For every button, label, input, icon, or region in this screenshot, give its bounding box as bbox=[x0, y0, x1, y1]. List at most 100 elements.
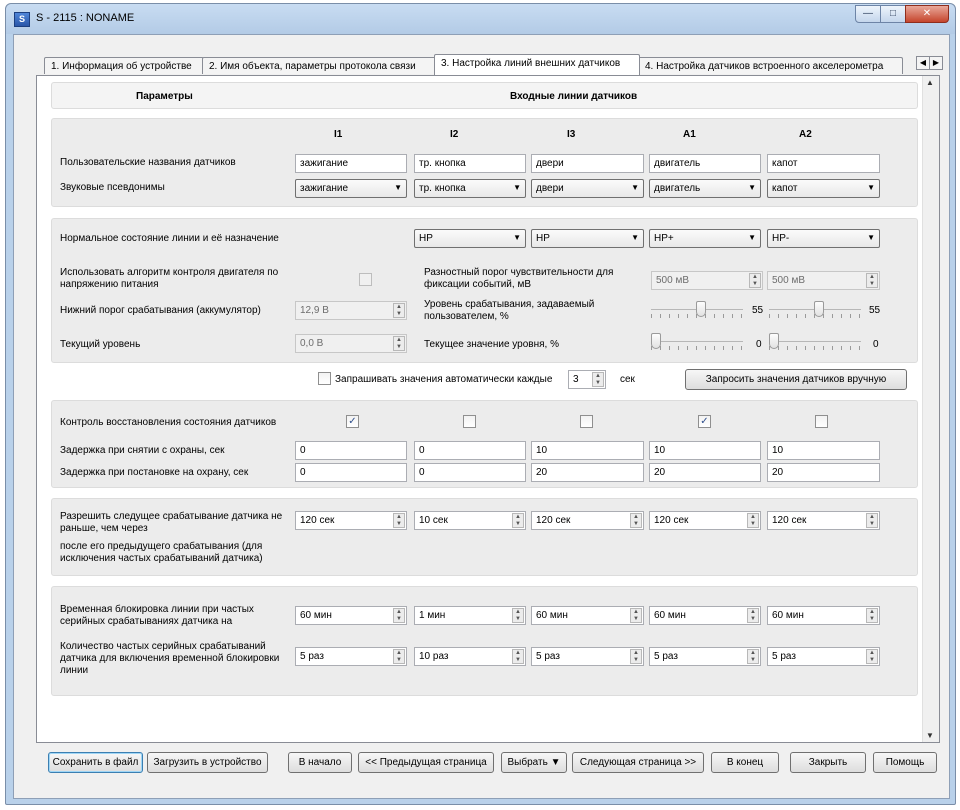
sound-alias-i3[interactable]: двери ▼ bbox=[531, 179, 644, 198]
tab-scroll-right-icon[interactable]: ▶ bbox=[929, 56, 943, 70]
serial-count-a2[interactable]: 5 раз ▲ ▼ bbox=[767, 647, 880, 666]
select-button[interactable]: Выбрать ▼ bbox=[501, 752, 567, 773]
user-name-a1[interactable]: двигатель bbox=[649, 154, 761, 173]
load-device-button[interactable]: Загрузить в устройство bbox=[147, 752, 268, 773]
next-trigger-a2[interactable]: 120 сек ▲ ▼ bbox=[767, 511, 880, 530]
dropdown-arrow-icon: ▼ bbox=[513, 183, 521, 192]
close-window-button[interactable]: ✕ bbox=[905, 5, 949, 23]
vertical-scrollbar[interactable]: ▲ ▼ bbox=[922, 76, 939, 742]
restore-checkbox-i2[interactable] bbox=[463, 415, 476, 428]
to-end-button[interactable]: В конец bbox=[711, 752, 779, 773]
serial-count-i3[interactable]: 5 раз ▲ ▼ bbox=[531, 647, 644, 666]
current-value-slider-a1 bbox=[651, 332, 743, 352]
spin-arrows-icon: ▲ ▼ bbox=[866, 649, 878, 664]
normal-state-a1[interactable]: НР+ ▼ bbox=[649, 229, 761, 248]
user-name-a2[interactable]: капот bbox=[767, 154, 880, 173]
maximize-button[interactable]: □ bbox=[880, 5, 906, 23]
serial-count-i1[interactable]: 5 раз ▲ ▼ bbox=[295, 647, 407, 666]
next-trigger-label: Разрешить следущее срабатывание датчика … bbox=[60, 511, 283, 534]
prev-page-button[interactable]: << Предыдущая страница bbox=[358, 752, 494, 773]
close-button[interactable]: Закрыть bbox=[790, 752, 866, 773]
trigger-level-label: Уровень срабатывания, задаваемый пользов… bbox=[424, 299, 595, 322]
scroll-down-icon[interactable]: ▼ bbox=[926, 731, 934, 740]
tab-external-sensors[interactable]: 3. Настройка линий внешних датчиков bbox=[434, 54, 640, 75]
arm-delay-a1[interactable]: 20 bbox=[649, 463, 761, 482]
spin-arrows-icon: ▲ ▼ bbox=[393, 303, 405, 318]
temp-block-a2[interactable]: 60 мин ▲ ▼ bbox=[767, 606, 880, 625]
serial-count-a1[interactable]: 5 раз ▲ ▼ bbox=[649, 647, 761, 666]
diff-threshold-a2[interactable]: 500 мВ ▲ ▼ bbox=[767, 271, 880, 290]
arm-delay-i1[interactable]: 0 bbox=[295, 463, 407, 482]
next-trigger-i3[interactable]: 120 сек ▲ ▼ bbox=[531, 511, 644, 530]
minimize-button[interactable]: — bbox=[855, 5, 881, 23]
temp-block-a1[interactable]: 60 мин ▲ ▼ bbox=[649, 606, 761, 625]
temp-block-i1[interactable]: 60 мин ▲ ▼ bbox=[295, 606, 407, 625]
dropdown-arrow-icon: ▼ bbox=[867, 183, 875, 192]
lower-threshold-input[interactable]: 12,9 В ▲ ▼ bbox=[295, 301, 407, 320]
temp-block-i3[interactable]: 60 мин ▲ ▼ bbox=[531, 606, 644, 625]
spin-arrows-icon: ▲ ▼ bbox=[512, 513, 524, 528]
spin-arrows-icon: ▲ ▼ bbox=[866, 513, 878, 528]
slider-thumb[interactable] bbox=[696, 301, 706, 317]
user-name-i3[interactable]: двери bbox=[531, 154, 644, 173]
next-trigger-i2[interactable]: 10 сек ▲ ▼ bbox=[414, 511, 526, 530]
current-value-label: Текущее значение уровня, % bbox=[424, 339, 559, 350]
current-value-a1: 0 bbox=[756, 339, 762, 350]
sound-alias-a2[interactable]: капот ▼ bbox=[767, 179, 880, 198]
tab-page: ▲ ▼ Параметры Входные линии датчиков I1 … bbox=[36, 75, 940, 743]
restore-checkbox-i1[interactable]: ✓ bbox=[346, 415, 359, 428]
restore-checkbox-a2[interactable] bbox=[815, 415, 828, 428]
serial-count-i2[interactable]: 10 раз ▲ ▼ bbox=[414, 647, 526, 666]
engine-algo-label: Использовать алгоритм контроля двигателя… bbox=[60, 267, 279, 290]
arm-delay-i2[interactable]: 0 bbox=[414, 463, 526, 482]
spin-arrows-icon: ▲ ▼ bbox=[630, 649, 642, 664]
normal-state-i3[interactable]: НР ▼ bbox=[531, 229, 644, 248]
to-start-button[interactable]: В начало bbox=[288, 752, 352, 773]
auto-request-interval[interactable]: 3 ▲ ▼ bbox=[568, 370, 606, 389]
slider-thumb[interactable] bbox=[814, 301, 824, 317]
main-window: S S - 2115 : NONAME — □ ✕ 1. Информация … bbox=[5, 3, 956, 805]
sound-alias-i2[interactable]: тр. кнопка ▼ bbox=[414, 179, 526, 198]
trigger-level-slider-a1[interactable] bbox=[651, 300, 743, 320]
trigger-level-value-a1: 55 bbox=[752, 305, 764, 316]
normal-state-i2[interactable]: НР ▼ bbox=[414, 229, 526, 248]
normal-state-a2[interactable]: НР- ▼ bbox=[767, 229, 880, 248]
disarm-delay-i1[interactable]: 0 bbox=[295, 441, 407, 460]
next-page-button[interactable]: Следующая страница >> bbox=[572, 752, 704, 773]
user-name-i1[interactable]: зажигание bbox=[295, 154, 407, 173]
tab-accelerometer[interactable]: 4. Настройка датчиков встроенного акселе… bbox=[638, 57, 903, 74]
diff-threshold-a1[interactable]: 500 мВ ▲ ▼ bbox=[651, 271, 763, 290]
current-level-input[interactable]: 0,0 В ▲ ▼ bbox=[295, 334, 407, 353]
save-file-button[interactable]: Сохранить в файл bbox=[48, 752, 143, 773]
restore-checkbox-a1[interactable]: ✓ bbox=[698, 415, 711, 428]
arm-delay-a2[interactable]: 20 bbox=[767, 463, 880, 482]
disarm-delay-a1[interactable]: 10 bbox=[649, 441, 761, 460]
diff-threshold-label: Разностный порог чувствительности для фи… bbox=[424, 267, 614, 290]
tab-device-info[interactable]: 1. Информация об устройстве bbox=[44, 57, 204, 74]
tab-scroll-left-icon[interactable]: ◀ bbox=[916, 56, 930, 70]
disarm-delay-i3[interactable]: 10 bbox=[531, 441, 644, 460]
lower-threshold-label: Нижний порог срабатывания (аккумулятор) bbox=[60, 305, 261, 316]
trigger-level-slider-a2[interactable] bbox=[769, 300, 861, 320]
engine-algo-checkbox[interactable] bbox=[359, 273, 372, 286]
arm-delay-i3[interactable]: 20 bbox=[531, 463, 644, 482]
tab-object-name[interactable]: 2. Имя объекта, параметры протокола связ… bbox=[202, 57, 436, 74]
restore-checkbox-i3[interactable] bbox=[580, 415, 593, 428]
manual-request-button[interactable]: Запросить значения датчиков вручную bbox=[685, 369, 907, 390]
window-title: S - 2115 : NONAME bbox=[36, 12, 135, 24]
disarm-delay-a2[interactable]: 10 bbox=[767, 441, 880, 460]
sound-alias-i1[interactable]: зажигание ▼ bbox=[295, 179, 407, 198]
sound-aliases-label: Звуковые псевдонимы bbox=[60, 182, 165, 193]
auto-request-checkbox[interactable] bbox=[318, 372, 331, 385]
help-button[interactable]: Помощь bbox=[873, 752, 937, 773]
dropdown-arrow-icon: ▼ bbox=[513, 233, 521, 242]
next-trigger-i1[interactable]: 120 сек ▲ ▼ bbox=[295, 511, 407, 530]
header-panel: Параметры Входные линии датчиков bbox=[51, 82, 918, 109]
disarm-delay-i2[interactable]: 0 bbox=[414, 441, 526, 460]
user-name-i2[interactable]: тр. кнопка bbox=[414, 154, 526, 173]
next-trigger-a1[interactable]: 120 сек ▲ ▼ bbox=[649, 511, 761, 530]
temp-block-i2[interactable]: 1 мин ▲ ▼ bbox=[414, 606, 526, 625]
sound-alias-a1[interactable]: двигатель ▼ bbox=[649, 179, 761, 198]
scroll-up-icon[interactable]: ▲ bbox=[926, 78, 934, 87]
title-bar[interactable]: S S - 2115 : NONAME — □ ✕ bbox=[6, 4, 955, 34]
